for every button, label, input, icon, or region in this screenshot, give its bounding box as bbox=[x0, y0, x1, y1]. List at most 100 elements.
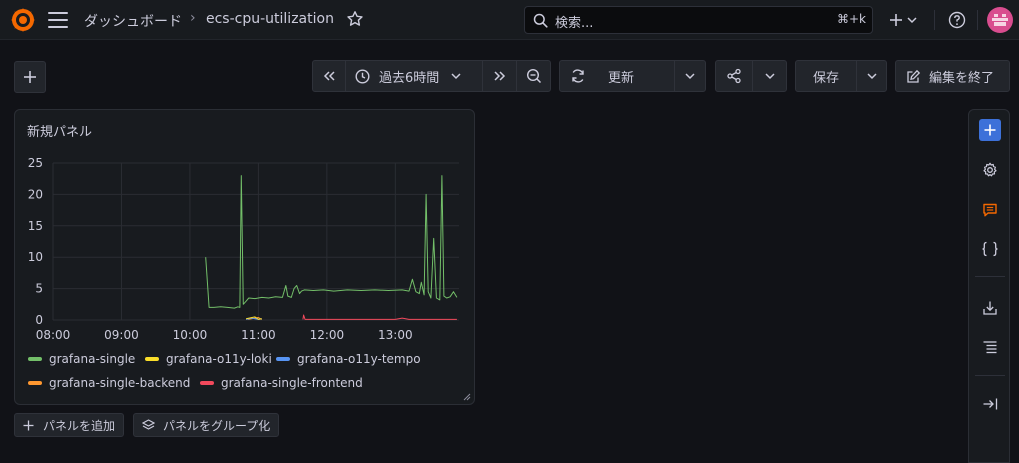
share-button[interactable] bbox=[716, 61, 753, 91]
y-tick-label: 10 bbox=[28, 250, 43, 264]
search-input[interactable]: 検索... ⌘+k bbox=[524, 6, 873, 34]
plus-icon bbox=[984, 124, 996, 136]
zoom-out-icon bbox=[526, 68, 541, 84]
chevron-down-icon bbox=[764, 72, 775, 79]
legend-item[interactable]: grafana-single bbox=[28, 352, 135, 366]
top-nav-bar: ダッシュボード › ecs-cpu-utilization 検索... ⌘+k bbox=[0, 0, 1019, 40]
legend-label: grafana-o11y-loki bbox=[166, 352, 272, 366]
edit-icon bbox=[907, 69, 921, 83]
legend-swatch bbox=[200, 381, 214, 385]
plus-icon bbox=[23, 420, 34, 430]
legend-label: grafana-single bbox=[49, 352, 136, 366]
time-range-label: 過去6時間 bbox=[379, 70, 440, 86]
avatar[interactable] bbox=[987, 7, 1013, 33]
resize-handle-icon[interactable] bbox=[463, 393, 471, 401]
plus-icon bbox=[24, 71, 36, 83]
x-tick-label: 11:00 bbox=[241, 328, 276, 342]
zoom-out-button[interactable] bbox=[517, 61, 550, 91]
x-tick-label: 08:00 bbox=[36, 328, 71, 342]
chevrons-left-icon bbox=[323, 71, 335, 81]
refresh-group: 更新 bbox=[559, 60, 706, 92]
refresh-button[interactable]: 更新 bbox=[560, 61, 675, 91]
time-shift-forward-button[interactable] bbox=[483, 61, 517, 91]
divider bbox=[934, 10, 935, 30]
search-shortcut: ⌘+k bbox=[836, 12, 866, 26]
y-tick-label: 20 bbox=[28, 187, 43, 201]
share-icon bbox=[727, 68, 741, 84]
divider bbox=[975, 375, 1005, 376]
share-dropdown[interactable] bbox=[753, 61, 786, 91]
save-label: 保存 bbox=[812, 70, 839, 86]
add-element-button[interactable] bbox=[979, 119, 1001, 141]
time-shift-back-button[interactable] bbox=[313, 61, 346, 91]
exit-edit-button[interactable]: 編集を終了 bbox=[895, 60, 1010, 92]
chevron-down-icon bbox=[685, 72, 695, 79]
breadcrumb-separator-icon: › bbox=[190, 10, 196, 26]
save-group: 保存 bbox=[795, 60, 887, 92]
y-tick-label: 0 bbox=[35, 313, 43, 327]
x-tick-label: 13:00 bbox=[378, 328, 413, 342]
download-icon bbox=[983, 301, 997, 315]
legend-swatch bbox=[28, 381, 42, 385]
x-tick-label: 10:00 bbox=[173, 328, 208, 342]
chevrons-right-icon bbox=[493, 71, 505, 81]
x-tick-label: 12:00 bbox=[310, 328, 345, 342]
y-tick-label: 5 bbox=[35, 282, 43, 296]
refresh-label: 更新 bbox=[608, 70, 635, 86]
breadcrumb-dashboards[interactable]: ダッシュボード bbox=[84, 11, 182, 31]
search-placeholder: 検索... bbox=[555, 16, 594, 31]
gear-icon bbox=[983, 162, 997, 177]
json-model-button[interactable] bbox=[979, 238, 1001, 260]
chevron-down-icon bbox=[451, 72, 461, 79]
legend-swatch bbox=[145, 357, 159, 361]
exit-edit-label: 編集を終了 bbox=[929, 70, 995, 86]
import-button[interactable] bbox=[979, 297, 1001, 319]
new-menu-button[interactable] bbox=[885, 8, 925, 32]
y-tick-label: 15 bbox=[28, 219, 43, 233]
search-icon bbox=[533, 13, 548, 28]
list-tree-icon bbox=[983, 341, 997, 354]
add-panel-label: パネルを追加 bbox=[43, 418, 116, 433]
chevron-down-icon bbox=[866, 72, 877, 79]
code-braces-icon bbox=[982, 241, 998, 257]
star-icon[interactable] bbox=[346, 10, 364, 28]
layers-icon bbox=[142, 419, 155, 430]
add-button[interactable] bbox=[14, 61, 46, 93]
divider bbox=[975, 276, 1005, 277]
breadcrumb-dashboard-name: ecs-cpu-utilization bbox=[206, 11, 334, 27]
legend-item[interactable]: grafana-o11y-tempo bbox=[276, 352, 421, 366]
share-group bbox=[715, 60, 787, 92]
help-icon[interactable] bbox=[948, 11, 966, 29]
group-panel-button[interactable]: パネルをグループ化 bbox=[133, 413, 280, 437]
save-button[interactable]: 保存 bbox=[796, 61, 857, 91]
divider bbox=[977, 10, 978, 30]
menu-icon[interactable] bbox=[48, 12, 68, 28]
clock-icon bbox=[355, 68, 370, 84]
time-picker-group: 過去6時間 bbox=[312, 60, 551, 92]
x-tick-label: 09:00 bbox=[104, 328, 139, 342]
save-dropdown[interactable] bbox=[857, 61, 886, 91]
arrow-to-right-icon bbox=[983, 398, 998, 410]
annotations-button[interactable] bbox=[979, 199, 1001, 221]
legend-swatch bbox=[276, 357, 290, 361]
legend-label: grafana-single-frontend bbox=[221, 376, 363, 390]
legend-swatch bbox=[28, 357, 42, 361]
y-tick-label: 25 bbox=[28, 156, 43, 170]
panel-new[interactable]: 新規パネル 0 5 10 15 20 25 08:00 09:00 10:00 11:00 12:0… bbox=[14, 109, 475, 405]
legend-item[interactable]: grafana-single-frontend bbox=[200, 376, 363, 390]
settings-button[interactable] bbox=[979, 159, 1001, 181]
comment-icon bbox=[983, 203, 997, 217]
outline-button[interactable] bbox=[979, 336, 1001, 358]
add-panel-button[interactable]: パネルを追加 bbox=[14, 413, 125, 437]
legend-label: grafana-o11y-tempo bbox=[297, 352, 421, 366]
legend-item[interactable]: grafana-single-backend bbox=[28, 376, 190, 390]
time-range-picker[interactable]: 過去6時間 bbox=[346, 61, 483, 91]
edit-sidebar bbox=[968, 109, 1010, 463]
dock-sidebar-button[interactable] bbox=[979, 393, 1001, 415]
refresh-interval-dropdown[interactable] bbox=[675, 61, 705, 91]
legend-label: grafana-single-backend bbox=[49, 376, 191, 390]
legend-item[interactable]: grafana-o11y-loki bbox=[145, 352, 272, 366]
refresh-icon bbox=[572, 69, 584, 83]
group-panel-label: パネルをグループ化 bbox=[163, 418, 271, 433]
grafana-logo-icon[interactable] bbox=[10, 7, 36, 33]
